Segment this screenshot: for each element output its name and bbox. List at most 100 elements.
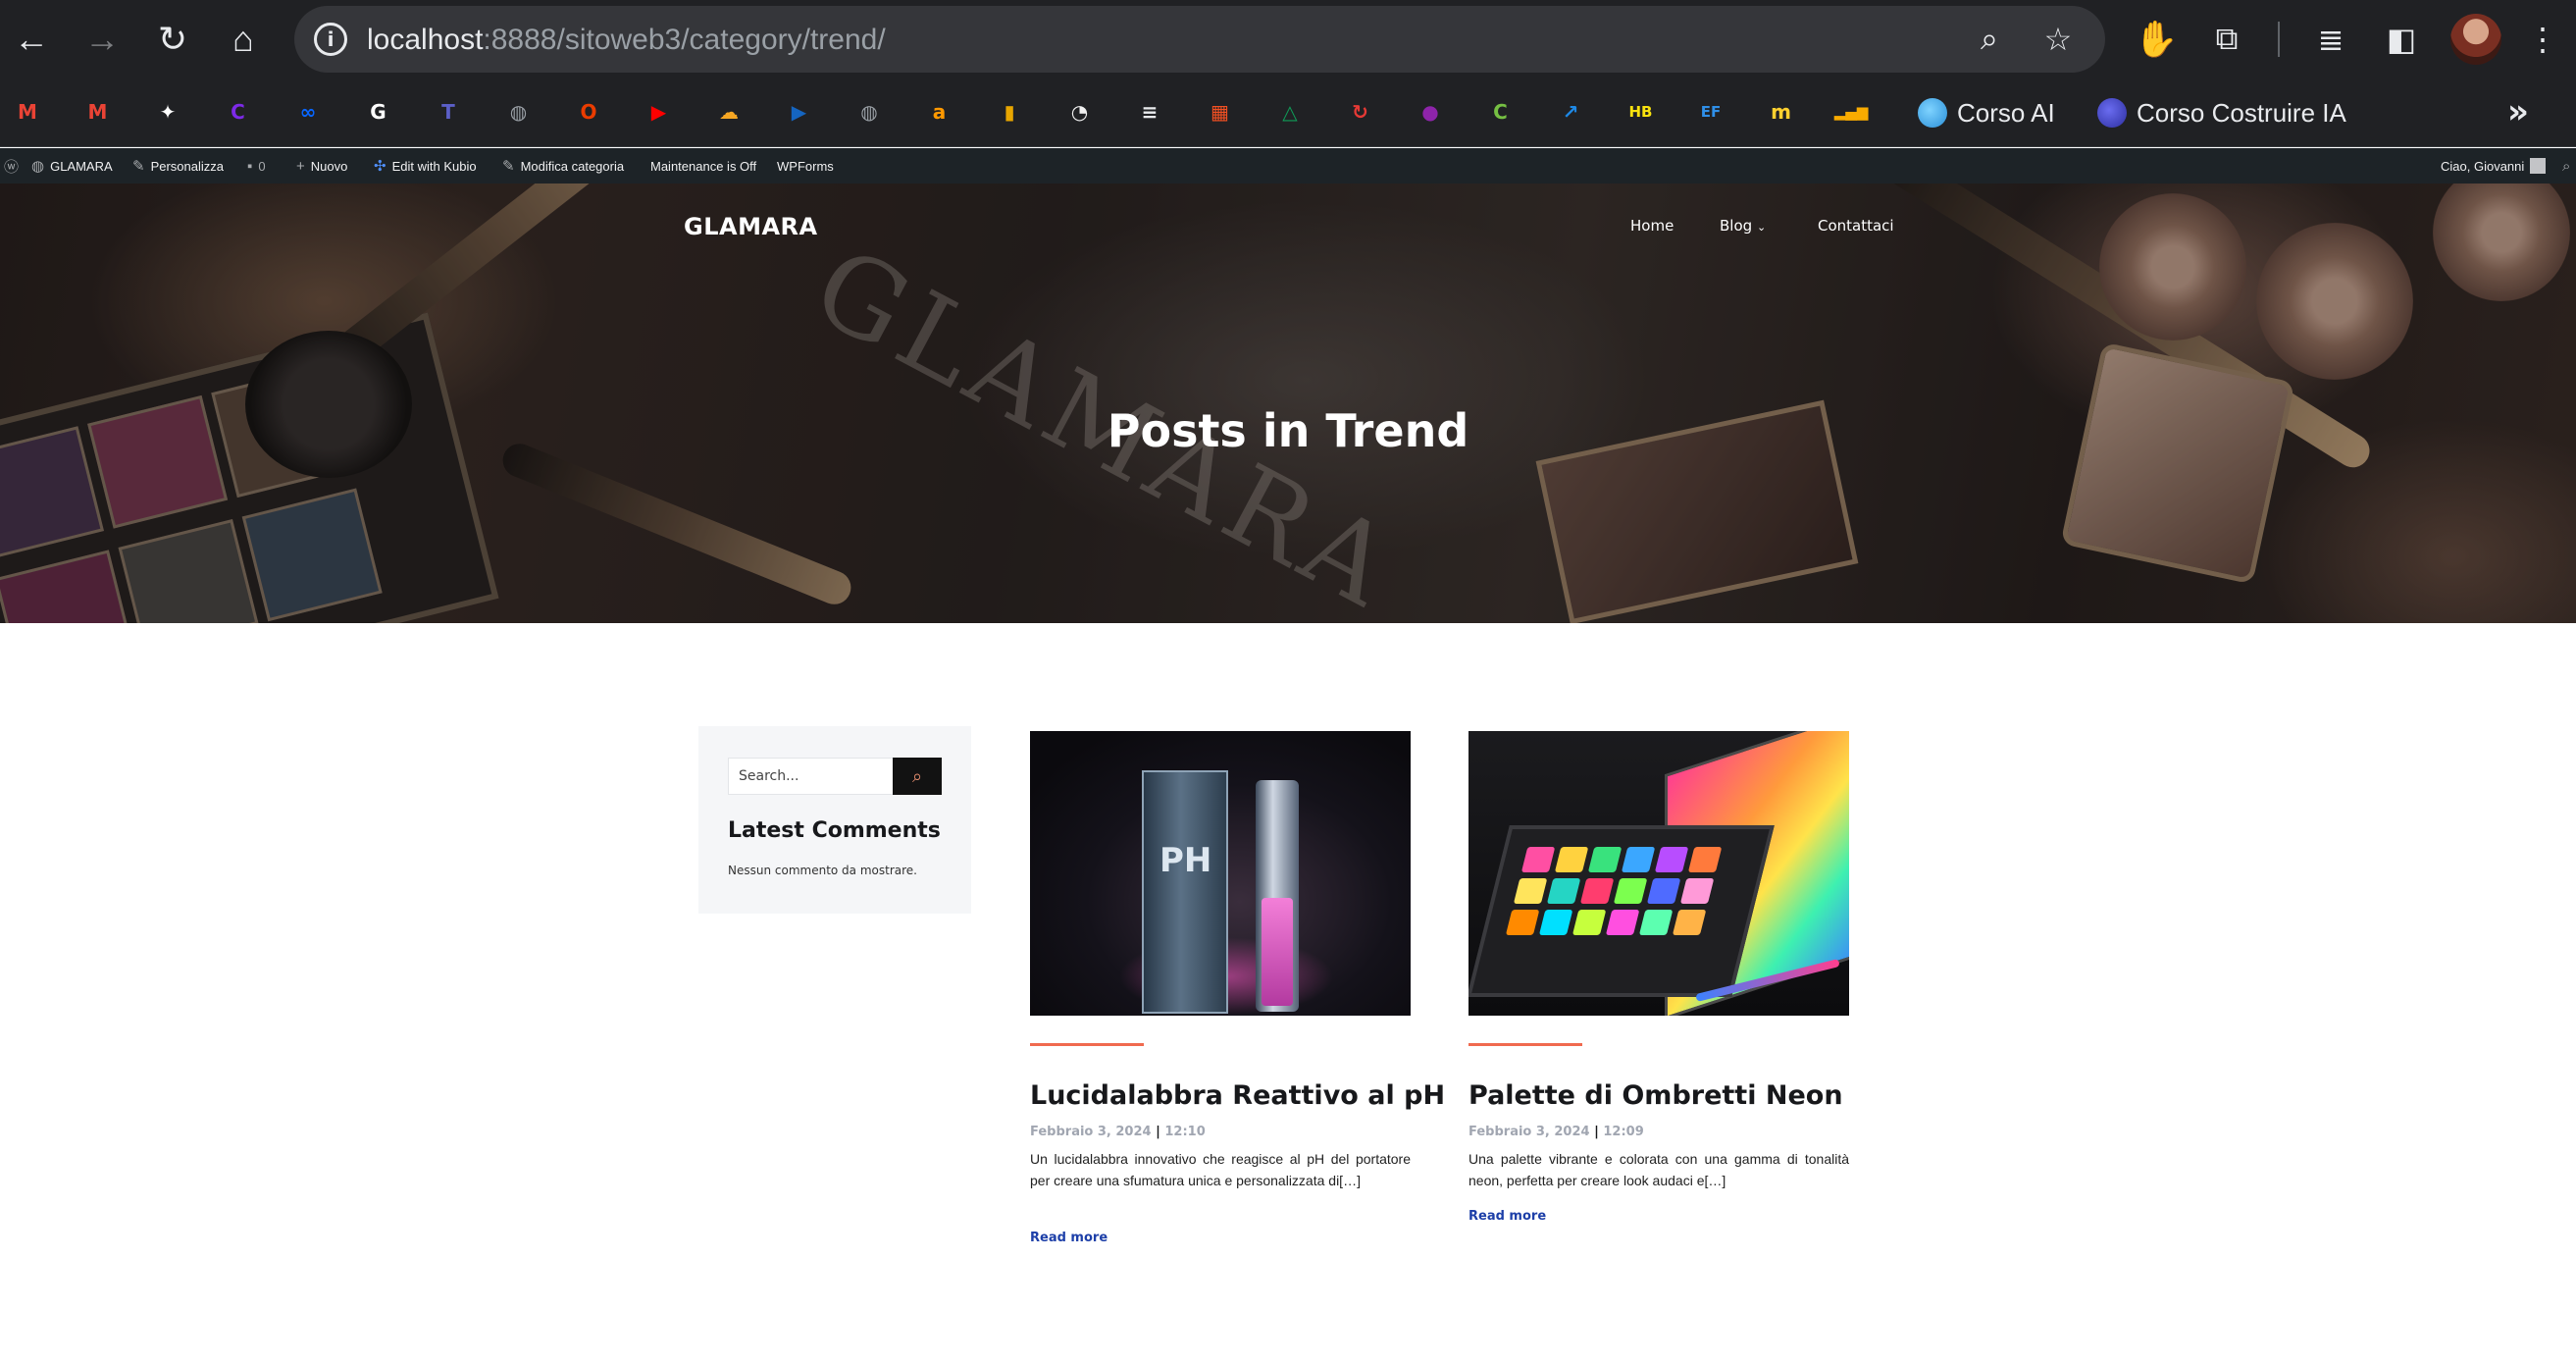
lipgloss-box-image: PH: [1142, 770, 1228, 1014]
eyeshadow-pan: [1546, 878, 1581, 904]
sync-icon[interactable]: ↻: [1343, 94, 1378, 130]
more-menu-icon[interactable]: ⋮: [2517, 14, 2568, 65]
doc-icon[interactable]: ≡: [1132, 94, 1167, 130]
office-icon[interactable]: O: [571, 94, 606, 130]
wp-logo-icon[interactable]: ⓦ: [4, 148, 19, 184]
admin-edit-category[interactable]: ✎ Modifica categoria: [502, 148, 624, 184]
ef-icon[interactable]: EF: [1693, 94, 1728, 130]
read-more-link[interactable]: Read more: [1468, 1209, 1546, 1224]
youtube-icon[interactable]: ▶: [642, 94, 677, 130]
post-time: 12:09: [1603, 1125, 1644, 1139]
meta-icon[interactable]: ∞: [290, 94, 326, 130]
ph-label: PH: [1159, 841, 1212, 880]
customize-label: Personalizza: [150, 158, 225, 174]
bookmark-corso-costruire-ia[interactable]: Corso Costruire IA: [2097, 94, 2346, 131]
admin-account[interactable]: Ciao, Giovanni: [2441, 148, 2547, 184]
reload-icon[interactable]: ↻: [147, 14, 198, 65]
drive-icon[interactable]: △: [1272, 94, 1308, 130]
media-queue-icon[interactable]: ≣: [2305, 14, 2356, 65]
url-text[interactable]: localhost:8888/sitoweb3/category/trend/: [367, 24, 886, 57]
adblock-extension-icon[interactable]: ✋: [2131, 14, 2182, 65]
shape-icon[interactable]: ●: [1413, 94, 1448, 130]
admin-maintenance[interactable]: Maintenance is Off: [650, 148, 756, 184]
site-info-icon[interactable]: i: [314, 23, 347, 56]
admin-site-name[interactable]: ◍ GLAMARA: [31, 148, 113, 184]
zoom-icon[interactable]: ⌕: [1970, 20, 2009, 59]
gmail-icon[interactable]: M: [80, 94, 116, 130]
post-meta: Febbraio 3, 2024 | 12:10: [1030, 1125, 1206, 1139]
eyeshadow-pan: [1672, 910, 1707, 935]
chevron-down-icon: ⌄: [1756, 221, 1767, 234]
post-title[interactable]: Lucidalabbra Reattivo al pH: [1030, 1080, 1445, 1111]
search-button[interactable]: ⌕: [893, 758, 942, 795]
comments-count: 0: [258, 158, 266, 174]
analytics-icon[interactable]: ▂▄▆: [1833, 94, 1869, 130]
accent-rule: [1030, 1043, 1144, 1046]
bag-icon[interactable]: ▮: [992, 94, 1027, 130]
edit-category-label: Modifica categoria: [520, 158, 625, 174]
read-more-link[interactable]: Read more: [1030, 1231, 1108, 1245]
admin-wpforms[interactable]: WPForms: [777, 148, 834, 184]
play-icon[interactable]: ▶: [782, 94, 817, 130]
post-date[interactable]: Febbraio 3, 2024: [1468, 1125, 1590, 1139]
admin-search-icon[interactable]: ⌕: [2562, 148, 2570, 184]
hero-overlay: [0, 184, 2576, 623]
profile-avatar[interactable]: [2450, 14, 2501, 65]
chatgpt-icon[interactable]: ✦: [150, 94, 185, 130]
back-arrow-icon[interactable]: ←: [6, 14, 57, 65]
admin-new[interactable]: + Nuovo: [296, 148, 347, 184]
eyeshadow-pan: [1505, 910, 1540, 935]
teams-icon[interactable]: T: [431, 94, 466, 130]
c-icon[interactable]: C: [1483, 94, 1519, 130]
clock-icon[interactable]: ◔: [1062, 94, 1098, 130]
side-panel-icon[interactable]: ◧: [2376, 14, 2427, 65]
eyeshadow-pan: [1638, 910, 1674, 935]
lipgloss-tube-image: [1256, 780, 1299, 1012]
nav-blog[interactable]: Blog ⌄: [1720, 217, 1766, 235]
post-date[interactable]: Febbraio 3, 2024: [1030, 1125, 1152, 1139]
admin-comments[interactable]: ▪ 0: [247, 148, 266, 184]
nav-contact[interactable]: Contattaci: [1818, 217, 1894, 235]
amazon-icon[interactable]: a: [922, 94, 957, 130]
bookmark-star-icon[interactable]: ☆: [2038, 20, 2078, 59]
home-icon[interactable]: ⌂: [218, 14, 269, 65]
eyeshadow-pan: [1687, 847, 1723, 872]
canva-icon[interactable]: C: [221, 94, 256, 130]
more-bookmarks-icon[interactable]: »: [2507, 92, 2529, 131]
gmail-icon[interactable]: M: [10, 94, 45, 130]
eyeshadow-pan: [1571, 910, 1607, 935]
hb-icon[interactable]: HB: [1623, 94, 1659, 130]
bookmarks-bar: M M ✦ C ∞ G T ◍ O ▶ ☁ ▶ ◍ a ▮ ◔ ≡ ▦ △ ↻ ● C ↗ HB EF m ▂▄▆ Corso AI…: [0, 79, 2576, 147]
miro-icon[interactable]: m: [1764, 94, 1799, 130]
nav-home[interactable]: Home: [1630, 217, 1674, 235]
globe-icon[interactable]: ◍: [501, 94, 537, 130]
eyeshadow-pan: [1554, 847, 1589, 872]
post-time: 12:10: [1164, 1125, 1206, 1139]
bookmark-corso-ai[interactable]: Corso AI: [1918, 94, 2055, 131]
chart-line-icon[interactable]: ↗: [1553, 94, 1588, 130]
globe-icon[interactable]: ◍: [851, 94, 887, 130]
extensions-puzzle-icon[interactable]: ⧉: [2201, 14, 2252, 65]
eyeshadow-pan: [1605, 910, 1640, 935]
post-excerpt: Un lucidalabbra innovativo che reagisce …: [1030, 1151, 1411, 1188]
eyeshadow-pan: [1654, 847, 1689, 872]
google-icon[interactable]: G: [361, 94, 396, 130]
forward-arrow-icon[interactable]: →: [77, 14, 128, 65]
plus-icon: +: [296, 157, 305, 175]
search-input[interactable]: Search...: [728, 758, 895, 795]
post-thumbnail[interactable]: [1468, 731, 1849, 1016]
cloud-icon[interactable]: ☁: [711, 94, 747, 130]
search-placeholder: Search...: [739, 768, 799, 784]
admin-customize[interactable]: ✎ Personalizza: [132, 148, 224, 184]
site-logo[interactable]: GLAMARA: [684, 213, 818, 240]
eyeshadow-pan: [1538, 910, 1573, 935]
microsoft-icon[interactable]: ▦: [1203, 94, 1238, 130]
page-title: Posts in Trend: [1107, 404, 1469, 457]
post-excerpt: Una palette vibrante e colorata con una …: [1468, 1151, 1849, 1188]
post-title[interactable]: Palette di Ombretti Neon: [1468, 1080, 1880, 1111]
dashboard-icon: ◍: [31, 158, 45, 175]
post-thumbnail[interactable]: PH: [1030, 731, 1411, 1016]
admin-edit-kubio[interactable]: ✣ Edit with Kubio: [374, 148, 477, 184]
greeting-label: Ciao, Giovanni: [2441, 158, 2525, 174]
address-bar[interactable]: i localhost:8888/sitoweb3/category/trend…: [294, 6, 2105, 73]
